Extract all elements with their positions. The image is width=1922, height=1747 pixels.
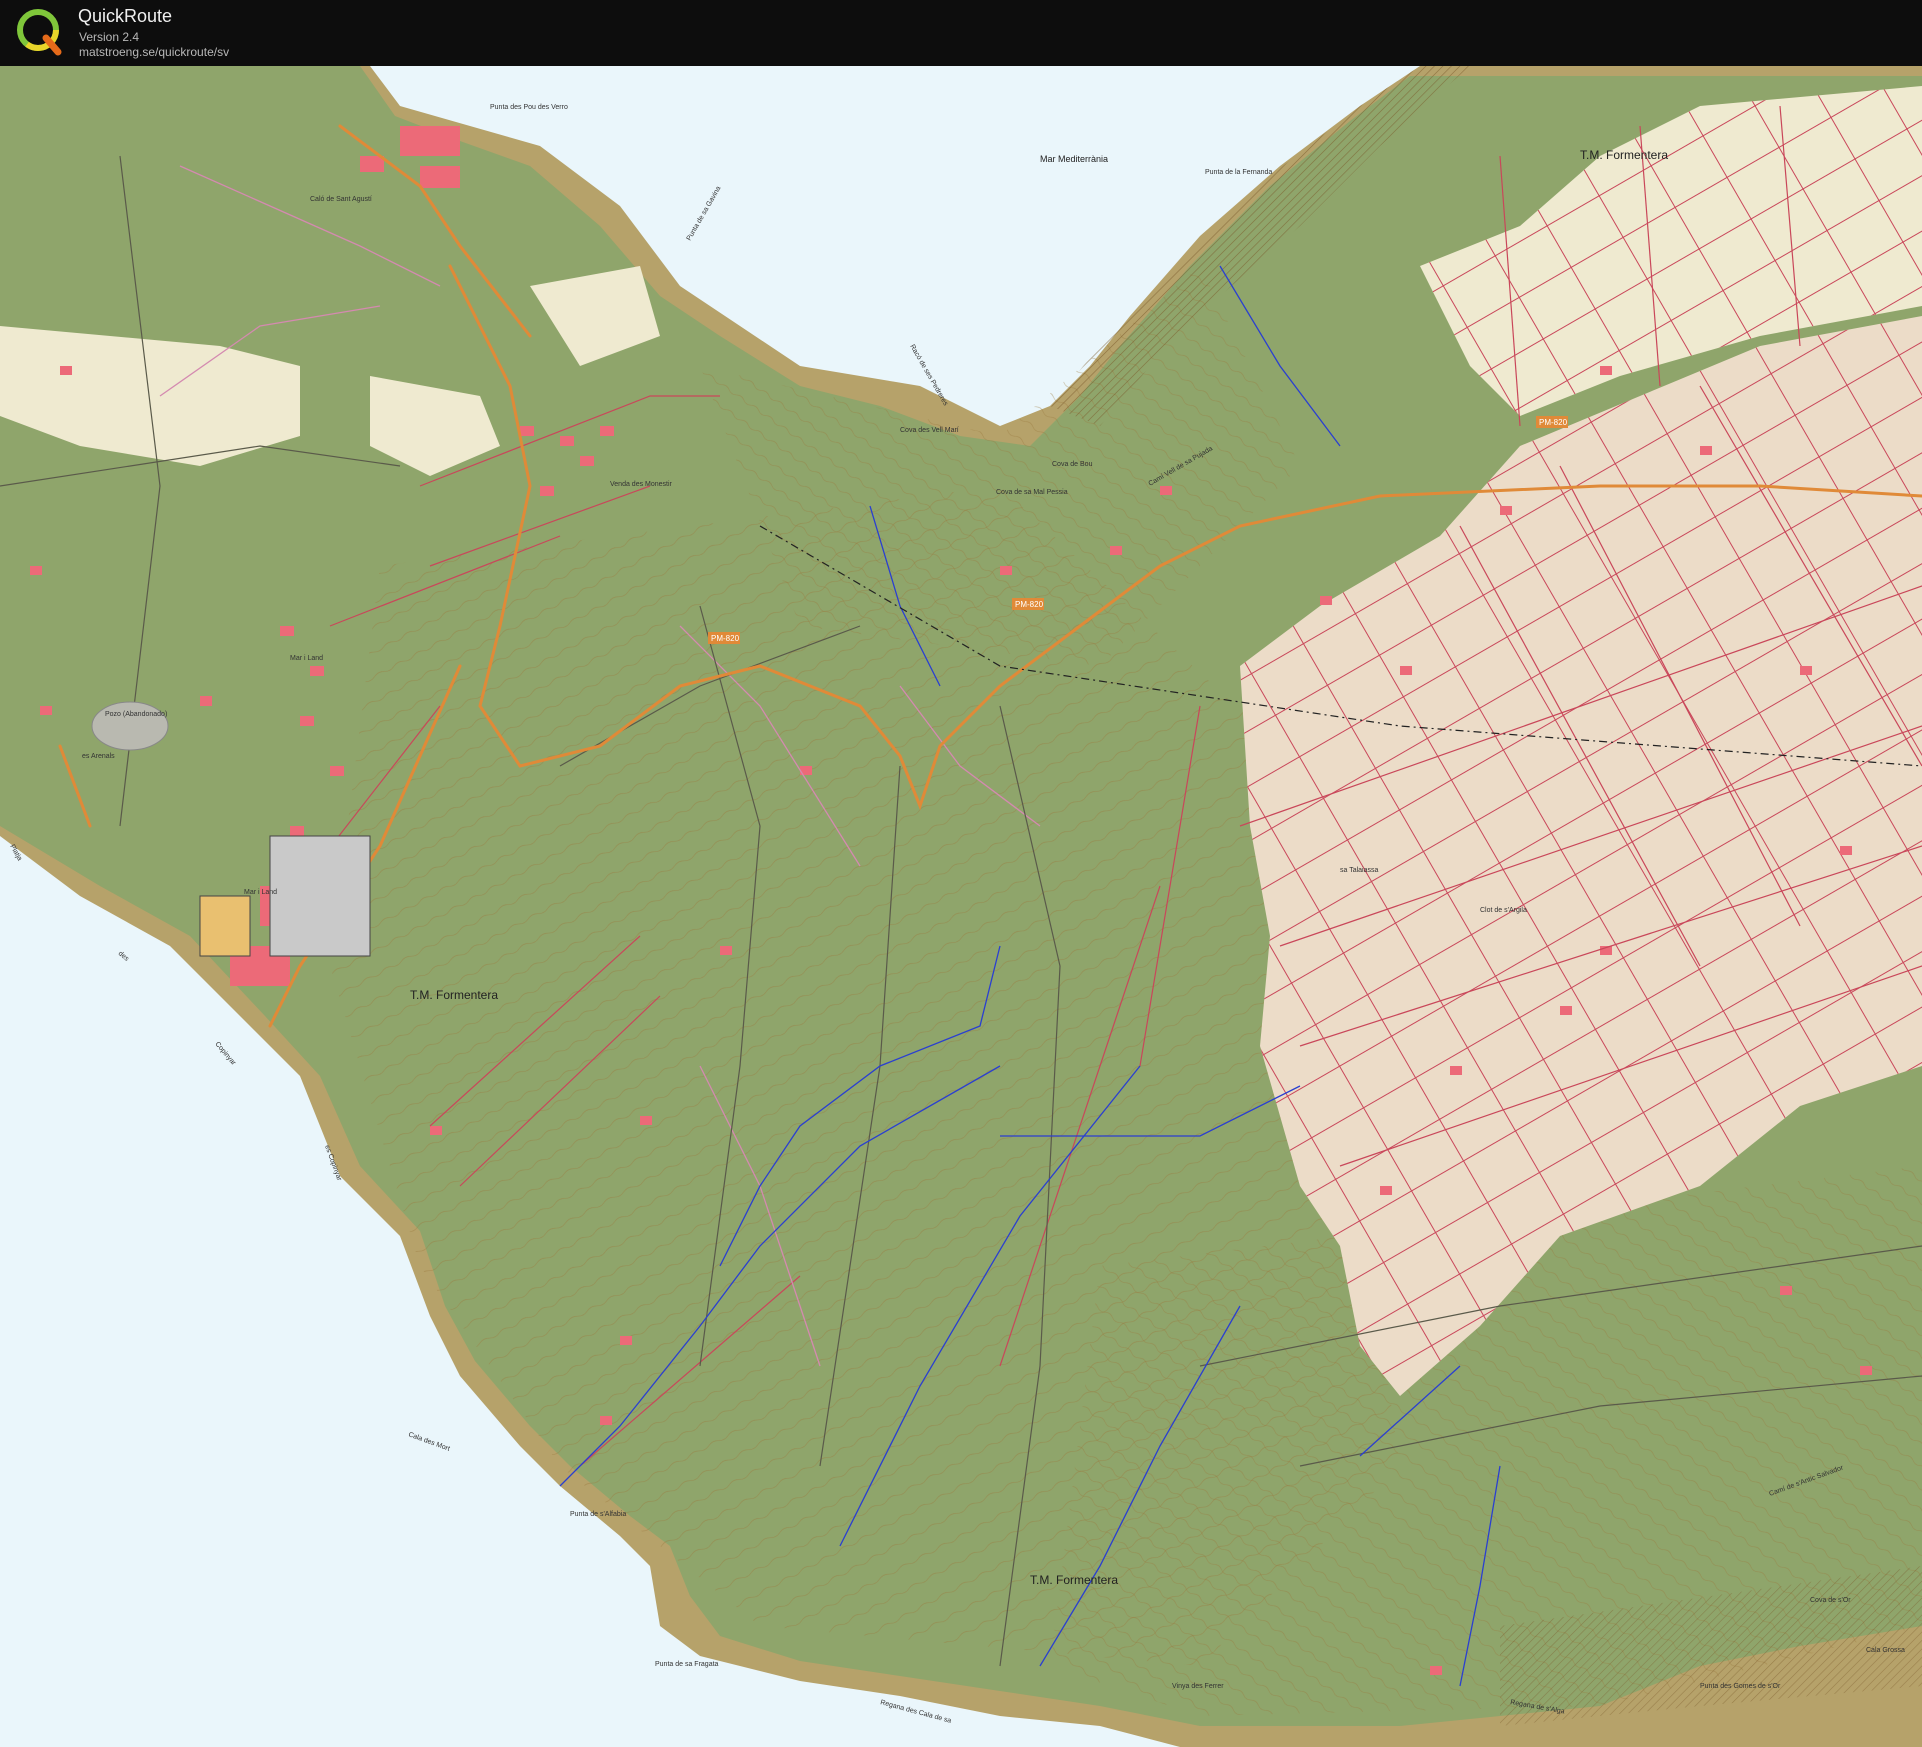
label-cova-or: Cova de s'Or xyxy=(1810,1597,1851,1604)
title-bar: QuickRoute Version 2.4 matstroeng.se/qui… xyxy=(0,0,1922,66)
quickroute-window: QuickRoute Version 2.4 matstroeng.se/qui… xyxy=(0,0,1922,1747)
app-title: QuickRoute xyxy=(78,6,173,26)
label-punta-pou: Punta des Pou des Verro xyxy=(490,104,568,111)
label-vinya-ferrer: Vinya des Ferrer xyxy=(1172,1683,1224,1690)
road-label-pm820-c: PM-820 xyxy=(1536,416,1568,428)
label-punta-fragata: Punta de sa Fragata xyxy=(655,1661,719,1668)
label-calo: Caló de Sant Agustí xyxy=(310,196,372,203)
label-tm-south: T.M. Formentera xyxy=(1030,1573,1118,1587)
app-url: matstroeng.se/quickroute/sv xyxy=(79,45,230,59)
label-punta-alfabia: Punta de s'Alfabia xyxy=(570,1511,626,1518)
label-cala-grossa: Cala Grossa xyxy=(1866,1647,1905,1654)
label-sa-talaiassa: sa Talaiassa xyxy=(1340,867,1379,874)
label-clot-argila: Clot de s'Argila xyxy=(1480,907,1527,914)
label-pozo: Pozo (Abandonado) xyxy=(105,711,167,718)
road-label-pm820-b: PM-820 xyxy=(1012,598,1044,610)
map-canvas: Mar Mediterrània T.M. Formentera T.M. Fo… xyxy=(0,66,1922,1747)
label-venda: Venda des Monestir xyxy=(610,481,673,488)
svg-text:PM-820: PM-820 xyxy=(711,634,740,643)
label-tm-west: T.M. Formentera xyxy=(410,988,498,1002)
pozo xyxy=(91,701,169,751)
label-sea: Mar Mediterrània xyxy=(1040,154,1108,164)
label-arenals: es Arenals xyxy=(82,753,115,760)
svg-text:PM-820: PM-820 xyxy=(1015,600,1044,609)
label-cova-mal-pessia: Cova de sa Mal Pessia xyxy=(996,489,1068,496)
label-mar-land: Mar i Land xyxy=(290,655,323,662)
label-cova-vell-mari: Cova des Vell Marí xyxy=(900,427,959,434)
hotel-complex-2 xyxy=(199,895,251,957)
label-cova-bou: Cova de Bou xyxy=(1052,461,1093,468)
label-punta-gomes: Punta des Gomes de s'Or xyxy=(1700,1683,1781,1690)
hotel-complex xyxy=(269,835,371,957)
app-version: Version 2.4 xyxy=(79,30,140,44)
label-punta-fernanda: Punta de la Fernanda xyxy=(1205,169,1272,176)
label-tm-northeast: T.M. Formentera xyxy=(1580,148,1668,162)
orienteering-map[interactable]: Mar Mediterrània T.M. Formentera T.M. Fo… xyxy=(0,66,1922,1747)
label-mar-land-2: Mar i Land xyxy=(244,889,277,896)
road-label-pm820-a: PM-820 xyxy=(708,632,740,644)
svg-text:PM-820: PM-820 xyxy=(1539,418,1568,427)
quickroute-logo-icon xyxy=(17,9,62,56)
